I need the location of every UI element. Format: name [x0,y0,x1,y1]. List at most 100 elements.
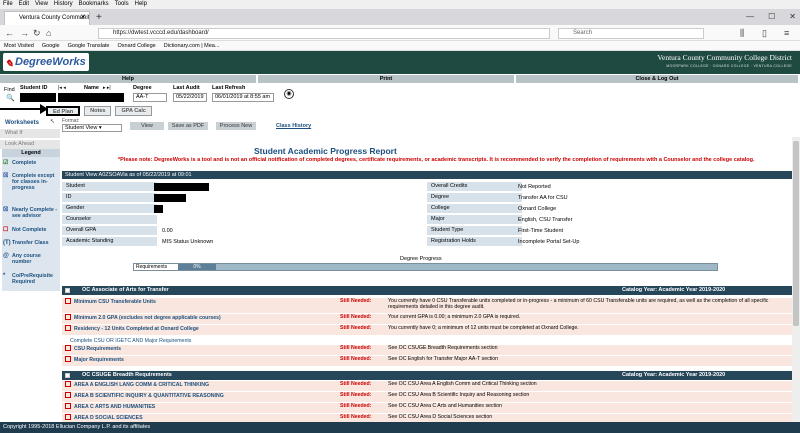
reload-icon[interactable]: ↻ [33,27,41,39]
student-id-label: Student ID [20,85,48,91]
bookmark-most-visited[interactable]: Most Visited [4,41,34,50]
process-new-button[interactable]: Process New [216,122,256,130]
bookmark-google[interactable]: Google [42,41,60,50]
bookmark-google-translate[interactable]: Google Translate [68,41,110,50]
info-label: Overall GPA [62,226,157,235]
legend-transfer: (T) Transfer Class [3,240,49,246]
forward-icon[interactable]: → [20,27,29,39]
info-label: Registration Holds [427,237,522,246]
requirement-row[interactable]: CSU Requirements Still Needed: See OC CSUG… [62,345,792,355]
requirement-name[interactable]: Minimum 2.0 GPA (excludes not degree app… [65,314,221,321]
info-label: Student Type [427,226,522,235]
requirement-row[interactable]: Major Requirements Still Needed: See OC En… [62,356,792,366]
requirement-name[interactable]: AREA D SOCIAL SCIENCES [65,414,143,421]
requirement-description: See OC CSU Area C Arts and Humanities se… [388,403,502,409]
url-bar[interactable]: https://dwtest.vcccd.edu/dashboard/ [98,28,550,39]
student-name-redacted [58,93,124,102]
requirement-row[interactable]: AREA A ENGLISH LANG COMM & CRITICAL THIN… [62,381,792,391]
info-value: Oxnard College [518,206,557,212]
report-title: Student Academic Progress Report [254,146,397,156]
find-search-icon[interactable]: 🔍 [6,94,15,102]
footer: Copyright 1995-2018 Ellucian Company L.P… [0,422,800,433]
next-record-icon[interactable]: ▸ ▸| [103,85,111,91]
requirement-name[interactable]: AREA B SCIENTIFIC INQUIRY & QUANTITATIVE… [65,392,224,399]
section-header-csuge[interactable]: OC CSUGE Breadth Requirements Catalog Yea… [62,371,792,380]
degree-progress-title: Degree Progress [400,256,442,262]
tab-bar [0,9,800,25]
menu-view[interactable]: View [35,0,48,9]
close-window-icon[interactable]: ✕ [789,11,796,23]
sidebar-icon[interactable]: ▯ [762,27,767,39]
degreeworks-logo: ✎ DegreeWorks [3,53,89,71]
redacted-value [154,183,209,191]
view-button[interactable]: View [130,122,164,130]
logout-link[interactable]: Close & Log Out [516,75,800,83]
top-nav: Help Print Close & Log Out [0,75,800,83]
tab-ed-plan[interactable]: Ed Plan [46,106,81,116]
requirement-row[interactable]: AREA D SOCIAL SCIENCES Still Needed: See O… [62,414,792,422]
tab-notes[interactable]: Notes [84,106,112,116]
tab-row: Ed Plan Notes GPA Calc [46,106,152,116]
home-icon[interactable]: ⌂ [46,27,51,39]
still-needed-label: Still Needed: [340,325,372,331]
requirement-row[interactable]: Minimum 2.0 GPA (excludes not degree app… [62,314,792,324]
info-label: College [427,204,522,213]
what-if-link[interactable]: What If [0,129,60,138]
requirement-name[interactable]: CSU Requirements [65,345,121,352]
requirement-name[interactable]: Minimum CSU Transferable Units [65,298,156,305]
requirement-row[interactable]: AREA C ARTS AND HUMANITIES Still Needed: S… [62,403,792,413]
worksheets-link[interactable]: Worksheets [5,120,39,126]
help-link[interactable]: Help [0,75,258,83]
info-label: ID [62,193,157,202]
search-input[interactable]: Search [558,28,704,39]
format-select[interactable]: Student View ▾ [62,124,122,132]
save-pdf-button[interactable]: Save as PDF [168,122,208,130]
new-tab-icon[interactable]: + [96,11,102,24]
menu-tools[interactable]: Tools [115,0,129,9]
close-tab-icon[interactable]: ✕ [80,11,86,24]
back-icon[interactable]: ← [5,27,14,39]
info-row: Gender College Oxnard College [62,204,792,214]
bookmark-oxnard-college[interactable]: Oxnard College [118,41,156,50]
maximize-icon[interactable]: ☐ [768,11,775,23]
degree-select[interactable]: AA-T [133,93,167,102]
section-header-aa-transfer[interactable]: OC Associate of Arts for Transfer Catalog… [62,286,792,295]
info-value: First-Time Student [518,228,564,234]
menu-edit[interactable]: Edit [19,0,29,9]
info-label: Academic Standing [62,237,157,246]
info-value: Transfer AA for CSU [518,195,568,201]
still-needed-label: Still Needed: [340,381,372,387]
requirement-description: See OC English for Transfer Major AA-T s… [388,356,499,362]
requirement-row[interactable]: Residency - 12 Units Completed at Oxnard… [62,325,792,335]
menu-icon[interactable]: ≡ [784,27,789,39]
minimize-icon[interactable]: — [746,11,754,23]
info-value: Incomplete Portal Set-Up [518,239,580,245]
menu-file[interactable]: File [3,0,13,9]
browser-tab[interactable]: Ventura County Community C [4,11,90,25]
info-row: Counselor Major English, CSU Transfer [62,215,792,225]
first-record-icon[interactable]: |◂ ◂ [58,85,66,91]
requirement-name[interactable]: AREA A ENGLISH LANG COMM & CRITICAL THIN… [65,381,209,388]
requirement-name[interactable]: Major Requirements [65,356,124,363]
library-icon[interactable]: ⫼ [740,27,744,39]
requirement-row[interactable]: Minimum CSU Transferable Units Still Need… [62,298,792,313]
menu-bookmarks[interactable]: Bookmarks [79,0,109,9]
college-subtitle: MOORPARK COLLEGE · OXNARD COLLEGE · VENT… [666,64,792,68]
print-link[interactable]: Print [258,75,516,83]
refresh-icon[interactable]: ◉ [284,89,294,99]
requirement-name[interactable]: Residency - 12 Units Completed at Oxnard… [65,325,199,332]
requirement-name[interactable]: AREA C ARTS AND HUMANITIES [65,403,155,410]
name-label: Name [84,85,99,91]
requirement-description: You currently have 0; a minimum of 12 un… [388,325,579,331]
look-ahead-link[interactable]: Look Ahead [0,140,60,149]
menu-history[interactable]: History [54,0,73,9]
info-label: Gender [62,204,157,213]
bookmark-dictionary[interactable]: Dictionary.com | Mea... [164,41,220,50]
class-history-link[interactable]: Class History [276,123,311,129]
requirement-row[interactable]: AREA B SCIENTIFIC INQUIRY & QUANTITATIVE… [62,392,792,402]
tab-gpa-calc[interactable]: GPA Calc [115,106,152,116]
scrollbar-thumb[interactable] [793,141,799,326]
menu-help[interactable]: Help [135,0,147,9]
still-needed-label: Still Needed: [340,298,372,304]
cursor-icon: ↖ [50,119,56,125]
